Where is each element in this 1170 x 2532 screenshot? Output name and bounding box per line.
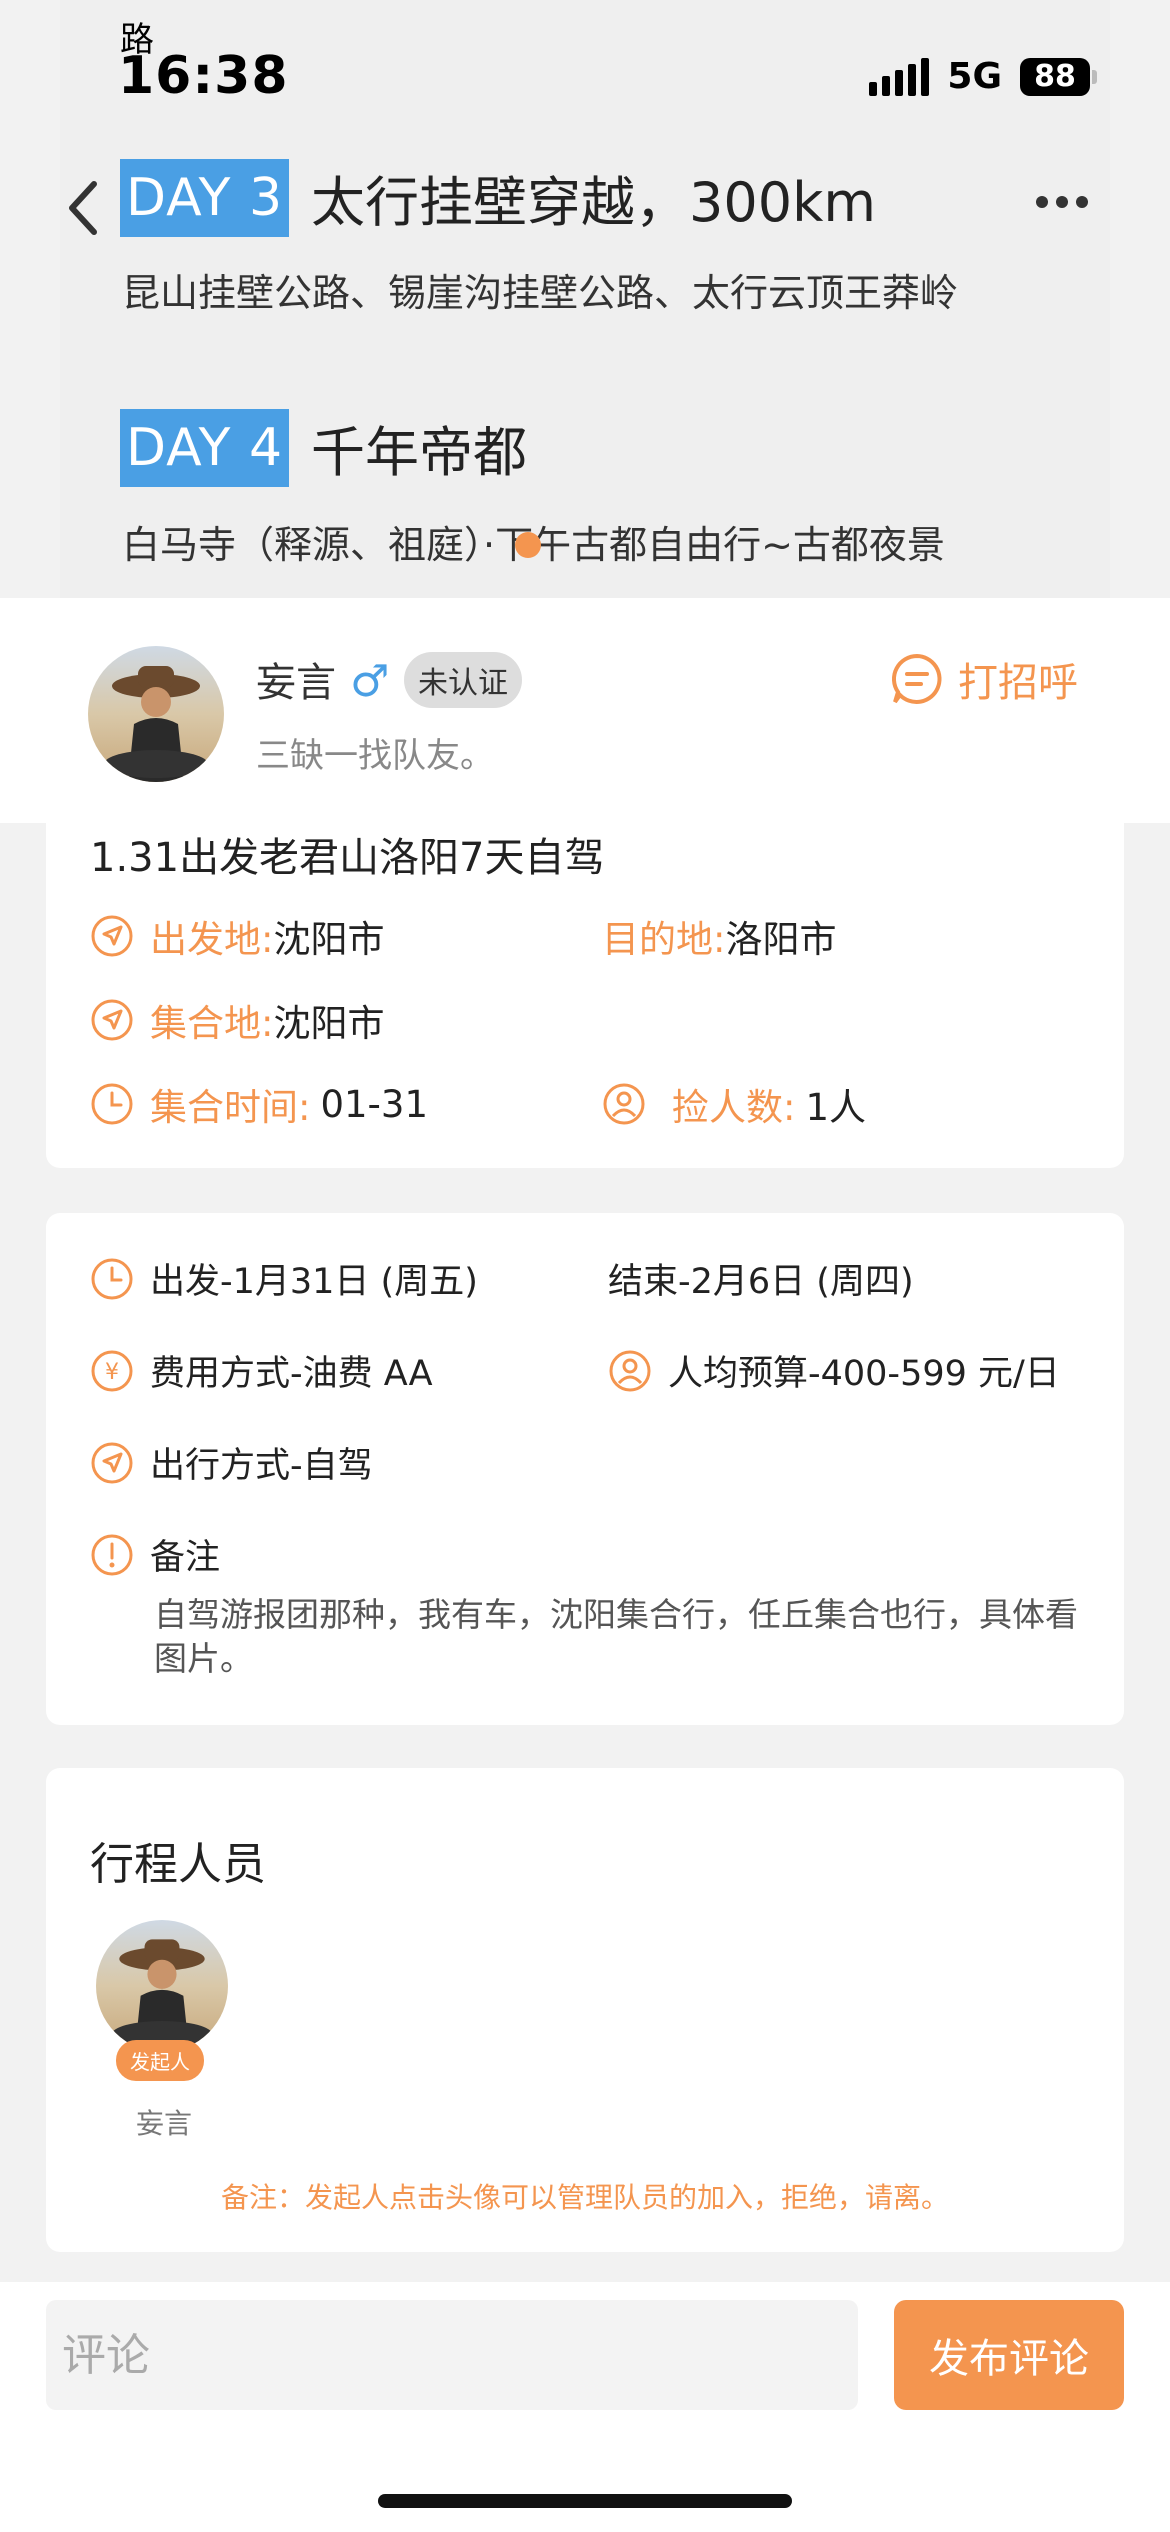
person-icon <box>609 1350 651 1391</box>
user-bio: 三缺一找队友。 <box>256 736 494 776</box>
greet-button[interactable]: 打招呼 <box>890 650 1078 708</box>
budget: 人均预算-400-599 元/日 <box>608 1345 1060 1396</box>
meeting-place-field: 集合地: 沈阳市 <box>90 993 384 1047</box>
meeting-time-label: 集合时间: <box>150 1086 311 1129</box>
status-bar-indicators: 5G 88 <box>869 56 1097 97</box>
pickup-count-value: 1人 <box>805 1086 867 1129</box>
cost-method-text: 费用方式-油费 AA <box>150 1354 433 1394</box>
navigation-icon <box>91 999 133 1041</box>
greet-label: 打招呼 <box>958 660 1078 706</box>
meeting-place-label: 集合地: <box>150 1002 274 1045</box>
clock-icon <box>91 1258 133 1299</box>
itinerary-day-4: DAY 4 千年帝都 <box>120 408 527 487</box>
cost-method: ¥ 费用方式-油费 AA <box>90 1345 433 1396</box>
note-header: 备注 <box>90 1529 220 1580</box>
member-name: 妄言 <box>136 2107 193 2140</box>
navigation-icon <box>91 915 133 957</box>
trip-title: 1.31出发老君山洛阳7天自驾 <box>90 835 605 881</box>
day-badge: DAY 3 <box>120 158 290 237</box>
trip-details-card: 出发-1月31日 (周五) 结束-2月6日 (周四) ¥ 费用方式-油费 AA … <box>46 1213 1124 1725</box>
departure-label: 出发地: <box>150 918 274 961</box>
day-badge: DAY 4 <box>120 408 290 487</box>
comment-bar: 发布评论 <box>0 2282 1170 2532</box>
members-remark: 备注：发起人点击头像可以管理队员的加入，拒绝，请离。 <box>220 2181 949 2214</box>
day-title: 千年帝都 <box>311 421 528 484</box>
pickup-count-label: 捡人数: <box>672 1086 796 1129</box>
start-date: 出发-1月31日 (周五) <box>90 1253 478 1304</box>
svg-text:¥: ¥ <box>105 1360 119 1385</box>
publish-comment-button[interactable]: 发布评论 <box>894 2300 1124 2410</box>
back-arrow-icon[interactable] <box>62 178 106 238</box>
itinerary-day-3: DAY 3 太行挂壁穿越，300km <box>120 158 876 237</box>
person-icon <box>603 1083 645 1125</box>
end-date: 结束-2月6日 (周四) <box>608 1253 914 1304</box>
meeting-time-value: 01-31 <box>320 1082 428 1126</box>
more-icon[interactable] <box>1036 196 1088 208</box>
section-title: 行程人员 <box>90 1839 266 1890</box>
day-description: 昆山挂壁公路、锡崖沟挂壁公路、太行云顶王莽岭 <box>122 271 959 315</box>
home-indicator[interactable] <box>378 2494 792 2508</box>
chat-icon <box>892 653 942 704</box>
avatar[interactable] <box>88 646 224 782</box>
network-type: 5G <box>947 56 1002 97</box>
note-label: 备注 <box>150 1538 221 1578</box>
organizer-profile: 妄言 ♂ 未认证 三缺一找队友。 打招呼 <box>0 598 1170 823</box>
destination-label: 目的地: <box>602 918 726 961</box>
destination-value: 洛阳市 <box>725 918 837 961</box>
battery-icon: 88 <box>1020 57 1097 96</box>
trip-summary-card: 1.31出发老君山洛阳7天自驾 出发地: 沈阳市 目的地: 洛阳市 集合地: 沈… <box>46 823 1124 1168</box>
clock-icon <box>91 1083 133 1125</box>
exclamation-icon <box>91 1534 133 1575</box>
members-card: 行程人员 发起人 妄言 备注：发起人点击头像可以管理队员的加入，拒绝，请离。 <box>46 1768 1124 2252</box>
travel-mode-text: 出行方式-自驾 <box>150 1446 373 1486</box>
start-date-text: 出发-1月31日 (周五) <box>150 1262 478 1302</box>
destination-field: 目的地: 洛阳市 <box>602 909 836 963</box>
departure-value: 沈阳市 <box>273 918 385 961</box>
end-date-text: 结束-2月6日 (周四) <box>608 1262 914 1302</box>
organizer-badge: 发起人 <box>116 2040 204 2081</box>
departure-field: 出发地: 沈阳市 <box>90 909 384 963</box>
signal-icon <box>869 57 930 96</box>
verification-badge: 未认证 <box>404 652 522 708</box>
member-avatar[interactable] <box>96 1920 228 2052</box>
user-name: 妄言 <box>256 660 336 706</box>
budget-text: 人均预算-400-599 元/日 <box>668 1354 1060 1394</box>
status-bar-time: 16:38 <box>118 46 289 106</box>
travel-mode: 出行方式-自驾 <box>90 1437 373 1488</box>
image-page-indicator <box>515 532 541 558</box>
male-icon: ♂ <box>350 656 390 707</box>
meeting-place-value: 沈阳市 <box>273 1002 385 1045</box>
comment-input[interactable] <box>46 2300 858 2410</box>
day-title: 太行挂壁穿越，300km <box>311 171 876 234</box>
yen-icon: ¥ <box>91 1350 133 1391</box>
navigation-icon <box>91 1442 133 1483</box>
pickup-count-field: 捡人数: 1人 <box>602 1077 866 1131</box>
note-text: 自驾游报团那种，我有车，沈阳集合行，任丘集合也行，具体看图片。 <box>154 1595 1078 1678</box>
meeting-time-field: 集合时间: 01-31 <box>90 1077 428 1131</box>
